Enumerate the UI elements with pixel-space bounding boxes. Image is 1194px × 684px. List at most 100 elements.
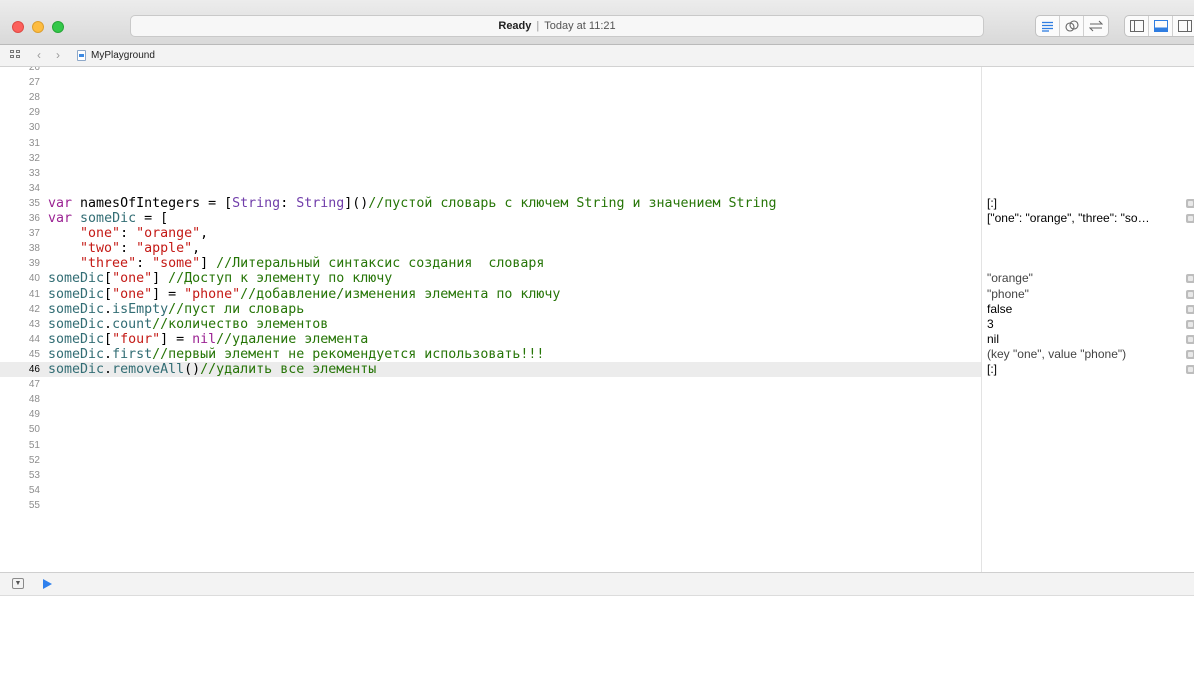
debug-bar: ▼ [0,572,1194,596]
quick-look-icon[interactable] [1186,319,1194,329]
console-output[interactable] [0,596,1194,684]
code-line[interactable]: 35 var namesOfIntegers = [String: String]… [0,196,981,211]
line-number: 49 [28,409,40,421]
result-value: "orange" [987,271,1033,286]
play-icon[interactable] [43,579,52,589]
code-line[interactable]: 33 [0,166,981,181]
code-line[interactable]: 44 someDic["four"] = nil//удаление элемен… [0,332,981,347]
playground-file-icon [77,50,86,61]
code-line[interactable]: 46 someDic.removeAll()//удалить все элеме… [0,362,981,377]
line-number: 54 [28,484,40,496]
code-line[interactable]: 34 [0,181,981,196]
code-line[interactable]: 40 someDic["one"] //Доступ к элементу по … [0,271,981,286]
code-line[interactable]: 53 [0,468,981,483]
line-number: 37 [28,228,40,240]
code-text[interactable]: someDic.count//количество элементов [48,317,328,332]
code-text[interactable]: someDic["four"] = nil//удаление элемента [48,332,368,347]
line-number: 32 [28,152,40,164]
code-text[interactable]: var someDic = [ [48,211,168,226]
code-text[interactable]: someDic.isEmpty//пуст ли словарь [48,302,304,317]
result-value: 3 [987,316,994,331]
code-line[interactable]: 28 [0,90,981,105]
code-line[interactable]: 50 [0,422,981,437]
code-text[interactable]: "one": "orange", [48,226,208,241]
code-line[interactable]: 41 someDic["one"] = "phone"//добавление/и… [0,287,981,302]
forward-button[interactable]: › [56,48,60,62]
code-line[interactable]: 37 "one": "orange", [0,226,981,241]
code-text[interactable]: someDic.first//первый элемент не рекомен… [48,347,544,362]
line-number: 45 [28,348,40,360]
code-line[interactable]: 45 someDic.first//первый элемент не реком… [0,347,981,362]
code-line[interactable]: 30 [0,120,981,135]
toggle-utilities-button[interactable] [1173,16,1194,36]
assistant-editor-button[interactable] [1060,16,1084,36]
code-line[interactable]: 51 [0,438,981,453]
quick-look-icon[interactable] [1186,289,1194,299]
quick-look-icon[interactable] [1186,365,1194,374]
code-line[interactable]: 49 [0,407,981,422]
line-number: 43 [28,318,40,330]
code-line[interactable]: 55 [0,498,981,513]
results-sidebar: [:] ["one": "orange", "three": "so… "orang… [981,67,1194,572]
result-value: nil [987,331,1000,346]
code-line[interactable]: 39 "three": "some"] //Литеральный синтак… [0,256,981,271]
code-line[interactable]: 32 [0,151,981,166]
code-line[interactable]: 38 "two": "apple", [0,241,981,256]
editor-mode-group [1035,15,1109,37]
hide-debug-icon[interactable]: ▼ [12,578,24,589]
line-number: 48 [28,394,40,406]
line-number: 34 [28,182,40,194]
code-line[interactable]: 43 someDic.count//количество элементов [0,317,981,332]
toggle-debug-area-button[interactable] [1149,16,1173,36]
line-number: 36 [28,213,40,224]
code-line[interactable]: 29 [0,105,981,120]
code-text[interactable]: var namesOfIntegers = [String: String]()… [48,196,777,211]
activity-view: Ready | Today at 11:21 [130,15,984,37]
minimize-window-button[interactable] [32,21,44,33]
toggle-navigator-button[interactable] [1125,16,1149,36]
line-number: 47 [28,379,40,391]
code-line[interactable]: 26 [0,67,981,75]
close-window-button[interactable] [12,21,24,33]
code-line[interactable]: 52 [0,453,981,468]
line-number: 44 [28,333,40,345]
code-line[interactable]: 31 [0,136,981,151]
code-line[interactable]: 47 [0,377,981,392]
breadcrumb-file[interactable]: MyPlayground [91,50,155,61]
code-line[interactable]: 48 [0,392,981,407]
code-text[interactable]: "three": "some"] //Литеральный синтаксис… [48,256,544,271]
line-number: 52 [28,454,40,466]
code-text[interactable]: someDic["one"] = "phone"//добавление/изм… [48,287,560,302]
line-number: 46 [28,364,40,375]
code-line[interactable]: 27 [0,75,981,90]
status-separator: | [536,20,540,32]
code-text[interactable]: "two": "apple", [48,241,200,256]
standard-editor-button[interactable] [1036,16,1060,36]
line-number: 33 [28,167,40,179]
version-editor-button[interactable] [1084,16,1108,36]
result-value: "phone" [987,286,1029,301]
code-line[interactable]: 54 [0,483,981,498]
code-text[interactable]: someDic["one"] //Доступ к элементу по кл… [48,271,392,286]
code-line[interactable]: 42 someDic.isEmpty//пуст ли словарь [0,302,981,317]
line-number: 55 [28,499,40,511]
status-timestamp: Today at 11:21 [544,20,616,32]
quick-look-icon[interactable] [1186,304,1194,314]
quick-look-icon[interactable] [1186,334,1194,344]
quick-look-icon[interactable] [1186,198,1194,208]
quick-look-icon[interactable] [1186,214,1194,223]
line-number: 39 [28,258,40,270]
related-items-icon[interactable] [10,50,21,60]
line-number: 26 [28,67,40,73]
result-value: [:] [987,195,998,210]
zoom-window-button[interactable] [52,21,64,33]
code-line[interactable]: 36 var someDic = [ [0,211,981,226]
line-number: 31 [28,137,40,149]
code-text[interactable]: someDic.removeAll()//удалить все элемент… [48,362,376,377]
quick-look-icon[interactable] [1186,274,1194,284]
result-value: false [987,301,1013,316]
back-button[interactable]: ‹ [37,48,41,62]
quick-look-icon[interactable] [1186,349,1194,359]
line-number: 42 [28,303,40,315]
source-editor[interactable]: 26 27 28 29 30 31 32 33 34 35 var namesOfIntegers … [0,67,981,572]
